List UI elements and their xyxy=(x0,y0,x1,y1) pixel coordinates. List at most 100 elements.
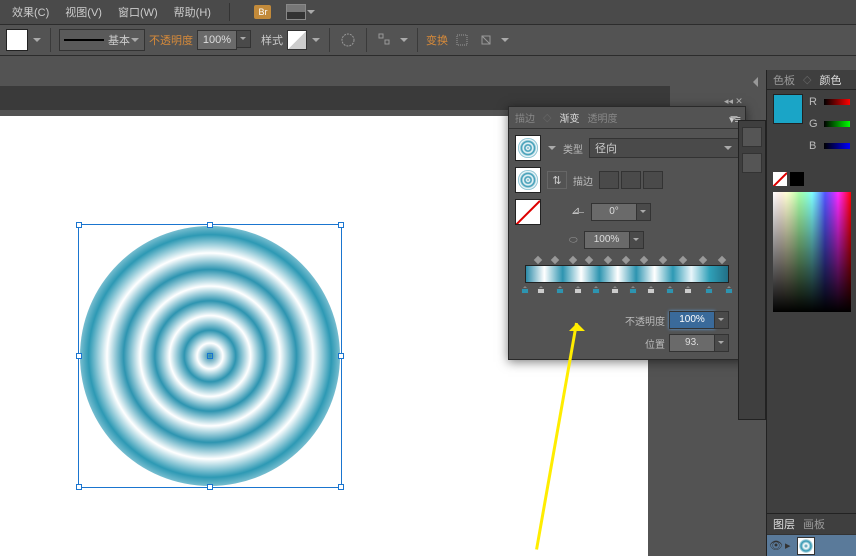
gradient-color-stop[interactable] xyxy=(647,283,655,294)
b-slider[interactable] xyxy=(824,143,850,149)
aspect-input[interactable]: 100% xyxy=(584,231,644,249)
recolor-icon[interactable] xyxy=(338,30,358,50)
stop-location-input[interactable]: 93. xyxy=(669,334,729,352)
gradient-panel: ◂◂ ✕ 描边 ◇ 渐变 透明度 ▾≡ 类型 径向 ⇅ 描边 ⊿ xyxy=(508,106,746,360)
gradient-color-stop[interactable] xyxy=(705,283,713,294)
handle-center[interactable] xyxy=(207,353,213,359)
stop-opacity-input[interactable]: 100% xyxy=(669,311,729,329)
gradient-ramp[interactable]: 🗑 xyxy=(525,265,729,283)
handle-mid-left[interactable] xyxy=(76,353,82,359)
gradient-color-stop[interactable] xyxy=(629,283,637,294)
tab-transparency[interactable]: 透明度 xyxy=(587,110,617,125)
layers-panel: 图层 画板 👁 ▸ xyxy=(767,513,856,556)
transform-label[interactable]: 变换 xyxy=(426,32,448,48)
angle-icon: ⊿ xyxy=(571,204,587,220)
stroke-profile-select[interactable]: 基本 xyxy=(59,29,145,51)
menu-effects[interactable]: 效果(C) xyxy=(4,4,57,20)
layer-row[interactable]: 👁 ▸ xyxy=(767,534,856,556)
gradient-type-select[interactable]: 径向 xyxy=(589,138,739,158)
black-color-icon[interactable] xyxy=(790,172,804,186)
tab-stroke[interactable]: 描边 xyxy=(515,110,535,125)
fill-dropdown[interactable] xyxy=(32,35,42,45)
gradient-midpoint[interactable] xyxy=(622,256,630,264)
r-slider[interactable] xyxy=(824,99,850,105)
aspect-icon: ⬭ xyxy=(569,235,578,246)
gradient-midpoint[interactable] xyxy=(603,256,611,264)
gradient-midpoint[interactable] xyxy=(585,256,593,264)
none-thumb[interactable] xyxy=(515,199,541,225)
menubar: 效果(C) 视图(V) 窗口(W) 帮助(H) Br xyxy=(0,0,856,24)
strip-icon-2[interactable] xyxy=(742,153,762,173)
gradient-color-stop[interactable] xyxy=(556,283,564,294)
style-dropdown[interactable] xyxy=(311,35,321,45)
arrange-documents-icon[interactable] xyxy=(286,2,316,22)
handle-bottom-mid[interactable] xyxy=(207,484,213,490)
gradient-midpoint[interactable] xyxy=(658,256,666,264)
stop-location-field: 位置 93. xyxy=(515,334,739,352)
bridge-icon[interactable]: Br xyxy=(248,2,278,22)
g-slider[interactable] xyxy=(824,121,850,127)
gradient-midpoint[interactable] xyxy=(679,256,687,264)
panel-collapse-icon[interactable]: ◂◂ xyxy=(724,97,732,105)
gradient-color-stop[interactable] xyxy=(666,283,674,294)
handle-top-left[interactable] xyxy=(76,222,82,228)
gradient-fill-thumb[interactable] xyxy=(515,135,541,161)
stroke-gradient-mode[interactable] xyxy=(599,171,663,189)
transform-bbox-icon[interactable] xyxy=(452,30,472,50)
expand-layer-icon[interactable]: ▸ xyxy=(785,539,797,552)
gradient-slider[interactable]: 🗑 xyxy=(515,255,739,297)
visibility-icon[interactable]: 👁 xyxy=(767,539,785,552)
align-icon[interactable] xyxy=(375,30,395,50)
collapsed-panel-strip[interactable] xyxy=(738,120,766,420)
type-label: 类型 xyxy=(563,141,583,156)
isolate-icon[interactable] xyxy=(476,30,496,50)
gradient-color-stop[interactable] xyxy=(574,283,582,294)
handle-top-mid[interactable] xyxy=(207,222,213,228)
tab-gradient[interactable]: 渐变 xyxy=(559,110,579,125)
gradient-preset-dropdown[interactable] xyxy=(547,143,557,153)
gradient-color-stop[interactable] xyxy=(684,283,692,294)
menu-view[interactable]: 视图(V) xyxy=(57,4,110,20)
stop-opacity-field: 不透明度 100% xyxy=(515,311,739,329)
gradient-midpoint[interactable] xyxy=(718,256,726,264)
panel-flyout-icon[interactable] xyxy=(748,75,762,89)
gradient-color-stop[interactable] xyxy=(521,283,529,294)
gradient-color-stop[interactable] xyxy=(725,283,733,294)
align-dropdown[interactable] xyxy=(399,35,409,45)
gradient-midpoint[interactable] xyxy=(569,256,577,264)
gradient-color-stop[interactable] xyxy=(611,283,619,294)
strip-icon-1[interactable] xyxy=(742,127,762,147)
gradient-midpoint[interactable] xyxy=(534,256,542,264)
stroke-apply-label: 描边 xyxy=(573,173,593,188)
gradient-midpoint[interactable] xyxy=(699,256,707,264)
panel-close-icon[interactable]: ✕ xyxy=(735,97,743,105)
opacity-input[interactable]: 100% xyxy=(197,30,251,50)
fill-swatch[interactable] xyxy=(6,29,28,51)
gradient-midpoint[interactable] xyxy=(550,256,558,264)
gradient-panel-tabs: 描边 ◇ 渐变 透明度 ▾≡ xyxy=(509,107,745,129)
menu-window[interactable]: 窗口(W) xyxy=(110,4,166,20)
selected-ellipse[interactable] xyxy=(80,226,340,486)
color-spectrum[interactable] xyxy=(773,192,851,312)
tab-swatches[interactable]: 色板 xyxy=(773,72,795,88)
tab-artboards[interactable]: 画板 xyxy=(803,516,825,532)
handle-mid-right[interactable] xyxy=(338,353,344,359)
reverse-gradient-icon[interactable]: ⇅ xyxy=(547,171,567,189)
angle-input[interactable]: 0° xyxy=(591,203,651,221)
channel-g-label: G xyxy=(809,118,819,130)
gradient-color-stop[interactable] xyxy=(537,283,545,294)
handle-bottom-left[interactable] xyxy=(76,484,82,490)
gradient-stroke-thumb[interactable] xyxy=(515,167,541,193)
style-swatch[interactable] xyxy=(287,30,307,50)
more-dropdown[interactable] xyxy=(500,35,510,45)
handle-top-right[interactable] xyxy=(338,222,344,228)
none-color-icon[interactable] xyxy=(773,172,787,186)
channel-r-label: R xyxy=(809,96,819,108)
gradient-color-stop[interactable] xyxy=(592,283,600,294)
tab-layers[interactable]: 图层 xyxy=(773,516,795,532)
handle-bottom-right[interactable] xyxy=(338,484,344,490)
tab-color[interactable]: 颜色 xyxy=(819,72,841,88)
current-fill-swatch[interactable] xyxy=(773,94,803,124)
gradient-midpoint[interactable] xyxy=(640,256,648,264)
menu-help[interactable]: 帮助(H) xyxy=(166,4,219,20)
